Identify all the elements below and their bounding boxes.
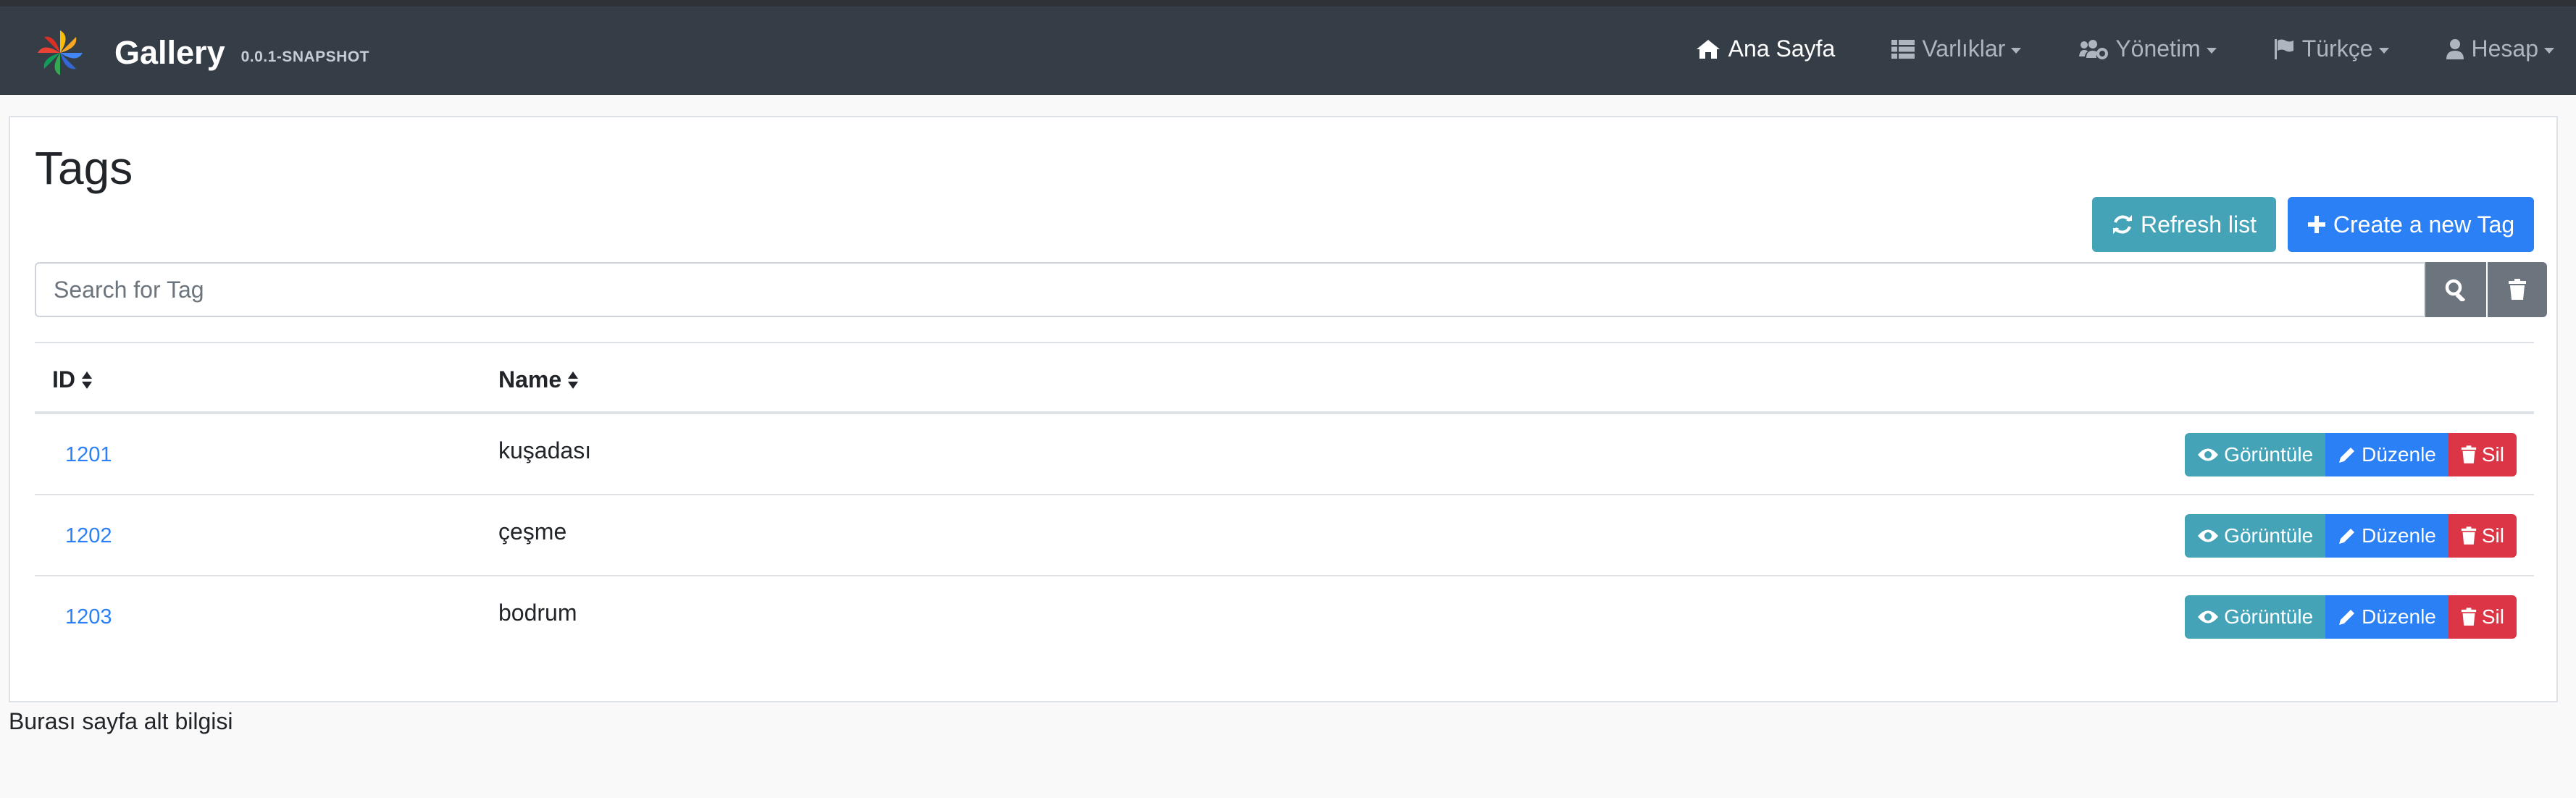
- trash-icon: [2461, 445, 2477, 463]
- edit-button[interactable]: Düzenle: [2325, 514, 2449, 558]
- create-tag-label: Create a new Tag: [2333, 211, 2515, 238]
- refresh-list-label: Refresh list: [2140, 211, 2257, 238]
- column-header-name[interactable]: Name: [498, 366, 579, 393]
- brand-version: 0.0.1-SNAPSHOT: [241, 49, 369, 65]
- pencil-icon: [2339, 610, 2355, 625]
- nav-entities[interactable]: Varlıklar: [1891, 35, 2022, 62]
- create-tag-button[interactable]: Create a new Tag: [2288, 197, 2534, 252]
- user-icon: [2446, 38, 2464, 59]
- tag-id-link[interactable]: 1203: [65, 605, 112, 629]
- plus-icon: [2307, 216, 2325, 233]
- brand-title: Gallery: [114, 34, 225, 71]
- search-input[interactable]: [35, 262, 2425, 317]
- chevron-down-icon: [2206, 47, 2217, 54]
- tag-name: kuşadası: [498, 437, 592, 463]
- nav-account[interactable]: Hesap: [2446, 35, 2554, 62]
- eye-icon: [2198, 529, 2219, 542]
- search-button[interactable]: [2425, 262, 2486, 317]
- edit-button[interactable]: Düzenle: [2325, 433, 2449, 476]
- eye-icon: [2198, 610, 2219, 623]
- nav-entities-label: Varlıklar: [1922, 35, 2006, 62]
- delete-button[interactable]: Sil: [2448, 514, 2517, 558]
- view-button[interactable]: Görüntüle: [2185, 595, 2326, 639]
- delete-label: Sil: [2481, 524, 2504, 547]
- users-cog-icon: [2079, 39, 2109, 59]
- nav-admin[interactable]: Yönetim: [2078, 35, 2217, 62]
- refresh-list-button[interactable]: Refresh list: [2092, 197, 2276, 252]
- edit-label: Düzenle: [2362, 605, 2436, 628]
- view-label: Görüntüle: [2224, 443, 2314, 466]
- clear-search-button[interactable]: [2488, 262, 2547, 317]
- tag-name: çeşme: [498, 518, 567, 545]
- main-nav: Ana Sayfa Varlıklar Yönetim Türkçe Hesap: [1639, 35, 2554, 62]
- view-button[interactable]: Görüntüle: [2185, 514, 2326, 558]
- list-icon: [1891, 39, 1915, 59]
- nav-home[interactable]: Ana Sayfa: [1695, 35, 1836, 62]
- flag-icon: [2274, 38, 2293, 59]
- search-icon: [2445, 279, 2466, 301]
- eye-icon: [2198, 448, 2219, 461]
- chevron-down-icon: [2011, 47, 2022, 54]
- page-title: Tags: [35, 142, 133, 194]
- home-icon: [1696, 39, 1720, 59]
- nav-language-label: Türkçe: [2301, 35, 2373, 62]
- edit-label: Düzenle: [2362, 524, 2436, 547]
- delete-button[interactable]: Sil: [2448, 433, 2517, 476]
- row-actions: Görüntüle Düzenle Sil: [2185, 433, 2517, 476]
- pencil-icon: [2339, 529, 2355, 544]
- trash-icon: [2461, 608, 2477, 626]
- search-group: [35, 262, 2547, 317]
- delete-label: Sil: [2481, 443, 2504, 466]
- view-label: Görüntüle: [2224, 524, 2314, 547]
- tag-id-link[interactable]: 1201: [65, 443, 112, 467]
- tags-card: Tags Refresh list Create a new Tag ID Na…: [9, 116, 2558, 702]
- row-actions: Görüntüle Düzenle Sil: [2185, 595, 2517, 639]
- table-row: 1201 kuşadası Görüntüle Düzenle Sil: [35, 414, 2534, 495]
- view-label: Görüntüle: [2224, 605, 2314, 628]
- tags-table: ID Name 1201 kuşadası Görüntüle Düzenle: [35, 342, 2534, 658]
- nav-admin-label: Yönetim: [2115, 35, 2201, 62]
- column-header-id[interactable]: ID: [52, 366, 93, 393]
- trash-icon: [2509, 279, 2526, 300]
- chevron-down-icon: [2378, 47, 2389, 54]
- tag-id-link[interactable]: 1202: [65, 524, 112, 548]
- column-name-label: Name: [498, 366, 562, 392]
- chevron-down-icon: [2544, 47, 2554, 54]
- table-row: 1202 çeşme Görüntüle Düzenle Sil: [35, 495, 2534, 576]
- delete-label: Sil: [2481, 605, 2504, 628]
- tag-name: bodrum: [498, 600, 577, 626]
- top-strip: [0, 0, 2576, 7]
- brand[interactable]: Gallery 0.0.1-SNAPSHOT: [33, 28, 369, 77]
- nav-language[interactable]: Türkçe: [2273, 35, 2389, 62]
- trash-icon: [2461, 526, 2477, 545]
- table-header: ID Name: [35, 342, 2534, 414]
- navbar: Gallery 0.0.1-SNAPSHOT Ana Sayfa Varlıkl…: [0, 7, 2576, 95]
- edit-label: Düzenle: [2362, 443, 2436, 466]
- sort-icon: [82, 371, 92, 389]
- sort-icon: [568, 371, 579, 389]
- page-footer: Burası sayfa alt bilgisi: [9, 708, 233, 734]
- gallery-logo-icon: [38, 30, 83, 75]
- pencil-icon: [2339, 448, 2355, 463]
- column-id-label: ID: [52, 366, 75, 392]
- view-button[interactable]: Görüntüle: [2185, 433, 2326, 476]
- sync-icon: [2112, 215, 2132, 234]
- delete-button[interactable]: Sil: [2448, 595, 2517, 639]
- nav-account-label: Hesap: [2471, 35, 2539, 62]
- table-row: 1203 bodrum Görüntüle Düzenle Sil: [35, 576, 2534, 658]
- row-actions: Görüntüle Düzenle Sil: [2185, 514, 2517, 558]
- edit-button[interactable]: Düzenle: [2325, 595, 2449, 639]
- nav-home-label: Ana Sayfa: [1728, 35, 1836, 62]
